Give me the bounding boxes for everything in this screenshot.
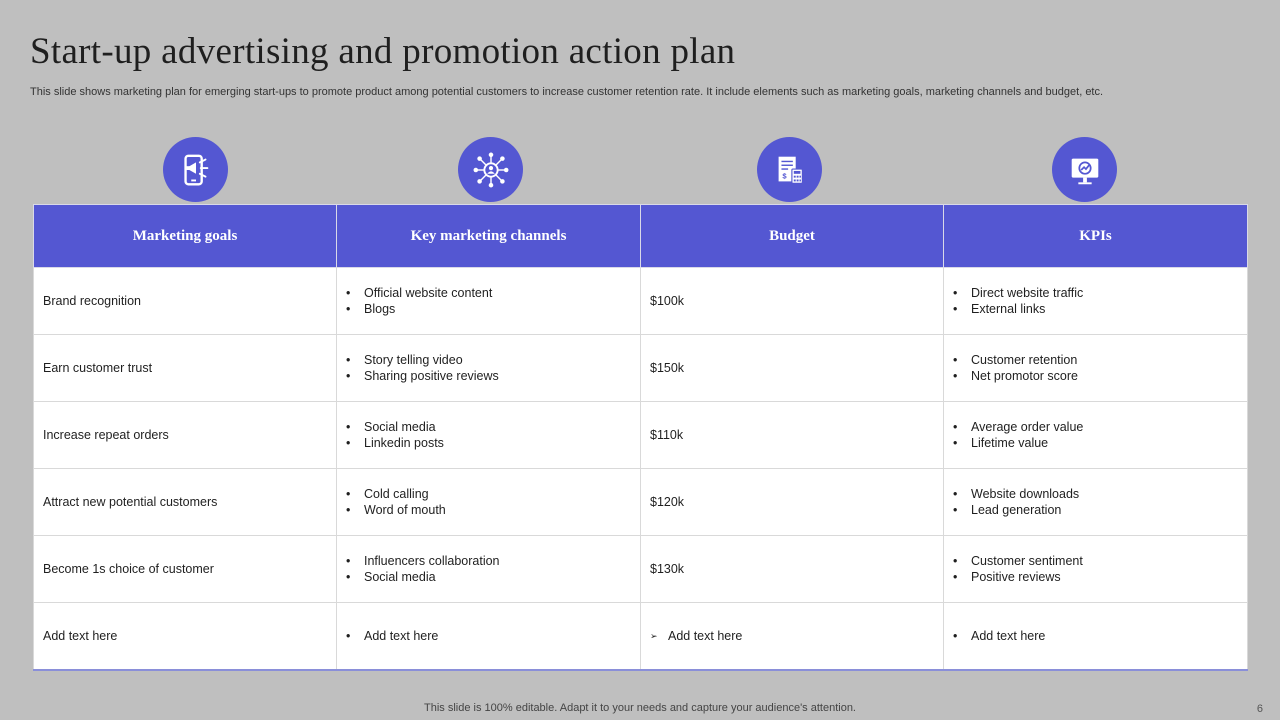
channel-item: Blogs <box>346 301 640 317</box>
kpi-item: External links <box>953 301 1247 317</box>
kpi-item: Positive reviews <box>953 569 1247 585</box>
table-header-row: Marketing goals Key marketing channels B… <box>33 204 1248 268</box>
channel-item: Sharing positive reviews <box>346 368 640 384</box>
channel-item: Word of mouth <box>346 502 640 518</box>
kpis-cell: Customer retention Net promotor score <box>943 334 1248 402</box>
goal-cell: Increase repeat orders <box>33 401 337 469</box>
megaphone-phone-icon <box>163 137 228 202</box>
budget-cell: $120k <box>640 468 944 536</box>
channel-item: Add text here <box>346 628 640 644</box>
channels-cell: Official website content Blogs <box>336 267 641 335</box>
budget-item: Add text here <box>650 628 943 644</box>
goal-cell: Brand recognition <box>33 267 337 335</box>
channels-cell: Story telling video Sharing positive rev… <box>336 334 641 402</box>
kpis-cell: Website downloads Lead generation <box>943 468 1248 536</box>
budget-cell: $100k <box>640 267 944 335</box>
kpi-item: Average order value <box>953 419 1247 435</box>
channel-item: Influencers collaboration <box>346 553 640 569</box>
header-kpis: KPIs <box>943 204 1248 268</box>
page-title: Start-up advertising and promotion actio… <box>30 31 736 72</box>
channels-cell: Social media Linkedin posts <box>336 401 641 469</box>
channels-cell: Add text here <box>336 602 641 671</box>
page-number: 6 <box>1256 703 1263 715</box>
header-budget: Budget <box>640 204 944 268</box>
kpi-item: Direct website traffic <box>953 285 1247 301</box>
table-row: Become 1s choice of customer Influencers… <box>33 535 1248 603</box>
budget-cell: $130k <box>640 535 944 603</box>
channel-item: Official website content <box>346 285 640 301</box>
table-row: Increase repeat orders Social media Link… <box>33 401 1248 469</box>
channel-item: Social media <box>346 419 640 435</box>
budget-cell: $150k <box>640 334 944 402</box>
table-row: Earn customer trust Story telling video … <box>33 334 1248 402</box>
table-row: Brand recognition Official website conte… <box>33 267 1248 335</box>
goal-cell: Become 1s choice of customer <box>33 535 337 603</box>
action-plan-table: Marketing goals Key marketing channels B… <box>33 204 1248 671</box>
kpi-item: Lifetime value <box>953 435 1247 451</box>
kpi-item: Customer sentiment <box>953 553 1247 569</box>
channel-item: Social media <box>346 569 640 585</box>
channel-item: Linkedin posts <box>346 435 640 451</box>
table-row: Attract new potential customers Cold cal… <box>33 468 1248 536</box>
kpis-cell: Average order value Lifetime value <box>943 401 1248 469</box>
goal-cell: Add text here <box>33 602 337 671</box>
kpi-item: Add text here <box>953 628 1247 644</box>
kpis-cell: Direct website traffic External links <box>943 267 1248 335</box>
kpi-item: Customer retention <box>953 352 1247 368</box>
budget-calculator-icon: $ <box>757 137 822 202</box>
budget-cell: $110k <box>640 401 944 469</box>
channels-cell: Cold calling Word of mouth <box>336 468 641 536</box>
kpi-item: Website downloads <box>953 486 1247 502</box>
header-key-marketing-channels: Key marketing channels <box>336 204 641 268</box>
kpi-item: Lead generation <box>953 502 1247 518</box>
channel-item: Story telling video <box>346 352 640 368</box>
monitor-chart-icon <box>1052 137 1117 202</box>
goal-cell: Earn customer trust <box>33 334 337 402</box>
header-marketing-goals: Marketing goals <box>33 204 337 268</box>
network-person-icon <box>458 137 523 202</box>
channel-item: Cold calling <box>346 486 640 502</box>
budget-cell: Add text here <box>640 602 944 671</box>
kpis-cell: Add text here <box>943 602 1248 671</box>
channels-cell: Influencers collaboration Social media <box>336 535 641 603</box>
kpi-item: Net promotor score <box>953 368 1247 384</box>
footer-note: This slide is 100% editable. Adapt it to… <box>424 702 856 714</box>
page-subtitle: This slide shows marketing plan for emer… <box>30 86 1104 98</box>
table-row: Add text here Add text here Add text her… <box>33 602 1248 671</box>
kpis-cell: Customer sentiment Positive reviews <box>943 535 1248 603</box>
goal-cell: Attract new potential customers <box>33 468 337 536</box>
